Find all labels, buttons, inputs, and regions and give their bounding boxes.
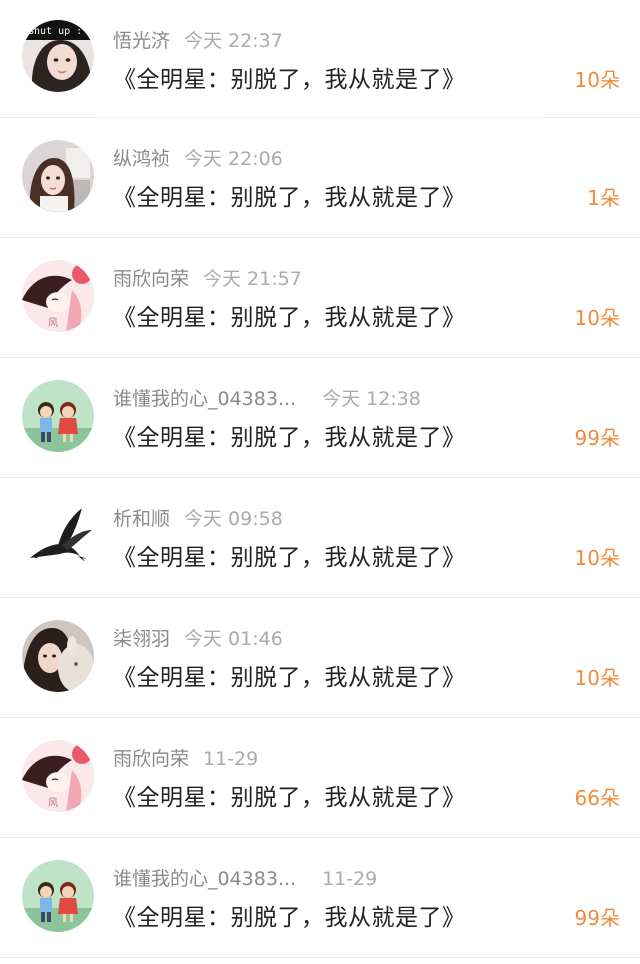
gift-count: 1朵: [587, 186, 620, 210]
user-name[interactable]: 谁懂我的心_04383...: [113, 388, 296, 410]
comment-time: 11-29: [322, 868, 378, 890]
comment-meta: 柒翎羽 今天 01:46: [113, 624, 283, 651]
comment-meta: 谁懂我的心_04383... 今天 12:38: [113, 384, 421, 411]
gift-count: 10朵: [574, 306, 620, 330]
gift-count: 10朵: [574, 546, 620, 570]
comment-text[interactable]: 《全明星：别脱了，我从就是了》: [113, 418, 466, 452]
avatar-girl-room-icon[interactable]: [22, 140, 94, 212]
comment-item[interactable]: 风 雨欣向荣 11-29 《全明星：别脱了，我从就是了》 66朵: [0, 718, 640, 838]
comment-item[interactable]: 谁懂我的心_04383... 11-29 《全明星：别脱了，我从就是了》 99朵: [0, 838, 640, 958]
comment-meta: 雨欣向荣 11-29: [113, 744, 258, 771]
user-name[interactable]: 纵鸿祯: [113, 148, 170, 170]
comment-time: 今天 21:57: [203, 268, 302, 290]
comment-meta: 悟光济 今天 22:37: [113, 26, 283, 53]
svg-text:风: 风: [48, 317, 58, 329]
comment-text[interactable]: 《全明星：别脱了，我从就是了》: [113, 538, 466, 572]
comment-time: 11-29: [203, 748, 259, 770]
gift-count: 10朵: [574, 666, 620, 690]
comment-text[interactable]: 《全明星：别脱了，我从就是了》: [113, 178, 466, 212]
svg-text:风: 风: [48, 797, 58, 809]
user-name[interactable]: 悟光济: [113, 30, 170, 52]
user-name[interactable]: 雨欣向荣: [113, 268, 189, 290]
comment-meta: 纵鸿祯 今天 22:06: [113, 144, 283, 171]
comment-item[interactable]: 纵鸿祯 今天 22:06 《全明星：别脱了，我从就是了》 1朵: [0, 118, 640, 238]
comment-text[interactable]: 《全明星：别脱了，我从就是了》: [113, 60, 466, 94]
user-name[interactable]: 谁懂我的心_04383...: [113, 868, 296, 890]
comment-text[interactable]: 《全明星：别脱了，我从就是了》: [113, 658, 466, 692]
gift-count: 99朵: [574, 426, 620, 450]
comment-time: 今天 01:46: [184, 628, 283, 650]
comment-time: 今天 12:38: [322, 388, 421, 410]
comment-text[interactable]: 《全明星：别脱了，我从就是了》: [113, 898, 466, 932]
comment-meta: 雨欣向荣 今天 21:57: [113, 264, 302, 291]
avatar-anime-girl-icon[interactable]: 风: [22, 740, 94, 812]
comment-meta: 谁懂我的心_04383... 11-29: [113, 864, 377, 891]
avatar-girl-photo-icon[interactable]: Shut up :: [22, 20, 94, 92]
avatar-anime-girl-icon[interactable]: 风: [22, 260, 94, 332]
avatar-cartoon-kids-icon[interactable]: [22, 860, 94, 932]
user-name[interactable]: 雨欣向荣: [113, 748, 189, 770]
comment-list: Shut up : 悟光济 今天 22:37 《全明星：别脱了，我从就是了》 10…: [0, 0, 640, 958]
comment-text[interactable]: 《全明星：别脱了，我从就是了》: [113, 298, 466, 332]
avatar-swallow-bird-icon[interactable]: [22, 500, 94, 572]
comment-text[interactable]: 《全明星：别脱了，我从就是了》: [113, 778, 466, 812]
gift-count: 66朵: [574, 786, 620, 810]
user-name[interactable]: 柒翎羽: [113, 628, 170, 650]
comment-item[interactable]: 谁懂我的心_04383... 今天 12:38 《全明星：别脱了，我从就是了》 9…: [0, 358, 640, 478]
gift-count: 99朵: [574, 906, 620, 930]
comment-time: 今天 22:37: [184, 30, 283, 52]
comment-item[interactable]: 风 雨欣向荣 今天 21:57 《全明星：别脱了，我从就是了》 10朵: [0, 238, 640, 358]
comment-item[interactable]: 析和顺 今天 09:58 《全明星：别脱了，我从就是了》 10朵: [0, 478, 640, 598]
gift-count: 10朵: [574, 68, 620, 92]
comment-item[interactable]: 柒翎羽 今天 01:46 《全明星：别脱了，我从就是了》 10朵: [0, 598, 640, 718]
user-name[interactable]: 析和顺: [113, 508, 170, 530]
comment-time: 今天 09:58: [184, 508, 283, 530]
comment-meta: 析和顺 今天 09:58: [113, 504, 283, 531]
avatar-overlay-text: Shut up :: [28, 26, 82, 37]
comment-time: 今天 22:06: [184, 148, 283, 170]
comment-item[interactable]: Shut up : 悟光济 今天 22:37 《全明星：别脱了，我从就是了》 10…: [0, 0, 640, 118]
avatar-cartoon-kids-icon[interactable]: [22, 380, 94, 452]
avatar-girl-plush-icon[interactable]: [22, 620, 94, 692]
